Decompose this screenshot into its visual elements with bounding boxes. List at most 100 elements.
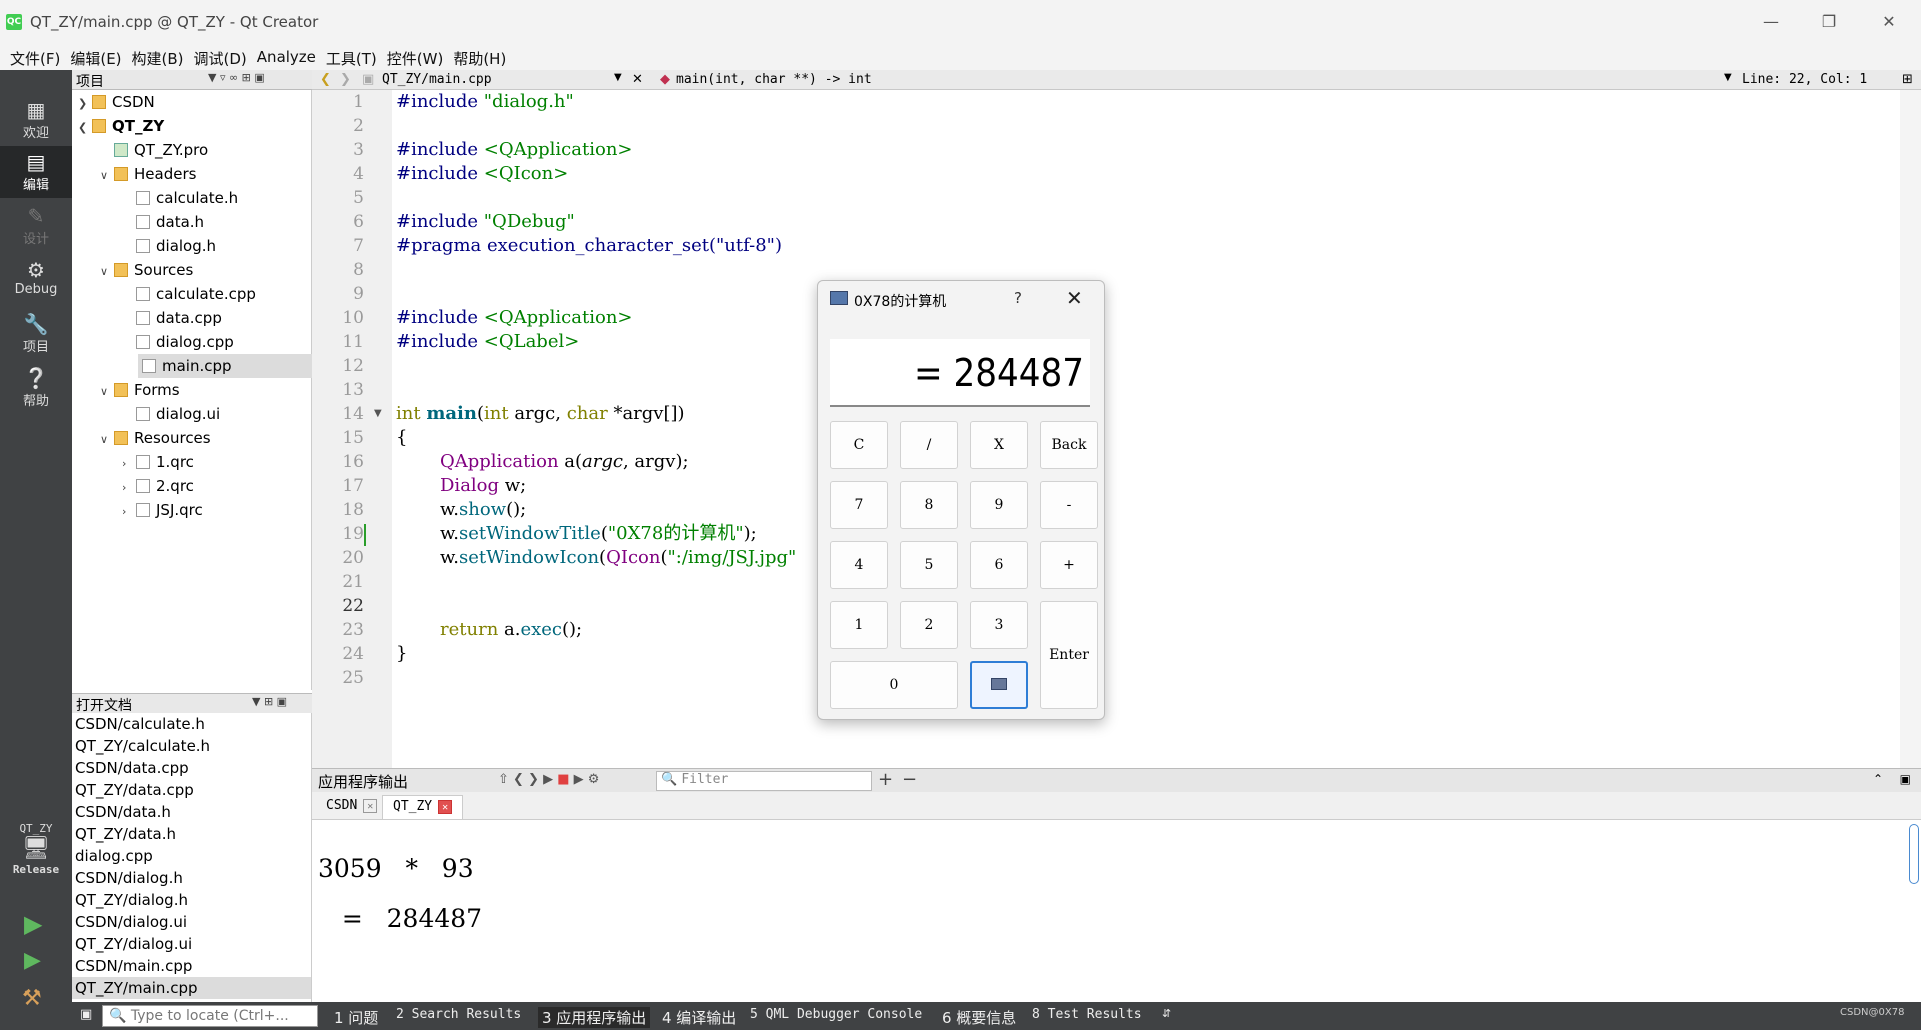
backspace-button[interactable]: Back: [1040, 421, 1098, 469]
divide-button[interactable]: /: [900, 421, 958, 469]
mode-debug[interactable]: ⚙ Debug: [0, 254, 72, 306]
close-file-icon[interactable]: ✕: [632, 72, 643, 87]
status-tab-general-messages[interactable]: 6 概要信息: [942, 1007, 1016, 1028]
minimize-button[interactable]: —: [1748, 8, 1794, 36]
digit-5-button[interactable]: 5: [900, 541, 958, 589]
minus-button[interactable]: -: [1040, 481, 1098, 529]
tree-node-headers[interactable]: ∨ Headers: [100, 162, 196, 186]
menu-edit[interactable]: 编辑(E): [68, 44, 129, 70]
mode-help[interactable]: ❔ 帮助: [0, 362, 72, 414]
open-doc-item-selected[interactable]: QT_ZY/main.cpp: [72, 977, 311, 999]
tree-node-jsj-qrc[interactable]: › JSJ.qrc: [122, 498, 203, 522]
digit-4-button[interactable]: 4: [830, 541, 888, 589]
status-tab-test-results[interactable]: 8 Test Results: [1032, 1007, 1142, 1022]
digit-6-button[interactable]: 6: [970, 541, 1028, 589]
tree-node-pro-file[interactable]: QT_ZY.pro: [100, 138, 208, 162]
fold-marker-icon[interactable]: ▼: [374, 408, 382, 419]
chevron-updown-icon[interactable]: ⇵: [1162, 1007, 1171, 1020]
tree-node-2-qrc[interactable]: › 2.qrc: [122, 474, 194, 498]
split-icon[interactable]: ⊞: [1902, 72, 1913, 87]
open-doc-item[interactable]: QT_ZY/data.h: [72, 823, 311, 845]
tree-node-resources[interactable]: ∨ Resources: [100, 426, 211, 450]
open-doc-item[interactable]: QT_ZY/dialog.ui: [72, 933, 311, 955]
open-doc-item[interactable]: QT_ZY/data.cpp: [72, 779, 311, 801]
digit-3-button[interactable]: 3: [970, 601, 1028, 649]
code-editor[interactable]: #include "dialog.h" #include <QApplicati…: [392, 90, 1900, 768]
mode-edit[interactable]: ▤ 编辑: [0, 146, 72, 198]
digit-0-button[interactable]: 0: [830, 661, 958, 709]
symbol-selector[interactable]: main(int, char **) -> int: [676, 72, 872, 87]
help-button[interactable]: ?: [1014, 289, 1022, 307]
zoom-in-icon[interactable]: +: [878, 769, 893, 790]
open-doc-item[interactable]: CSDN/dialog.ui: [72, 911, 311, 933]
tree-node-calculate-cpp[interactable]: calculate.cpp: [122, 282, 256, 306]
status-tab-compile-output[interactable]: 4 编译输出: [662, 1007, 736, 1028]
digit-9-button[interactable]: 9: [970, 481, 1028, 529]
open-doc-item[interactable]: CSDN/main.cpp: [72, 955, 311, 977]
tree-node-data-cpp[interactable]: data.cpp: [122, 306, 222, 330]
restore-button[interactable]: ❐: [1806, 8, 1852, 36]
mode-projects[interactable]: 🔧 项目: [0, 308, 72, 360]
menu-help[interactable]: 帮助(H): [451, 44, 514, 70]
back-arrow-icon[interactable]: ❮: [320, 72, 331, 87]
status-tab-search[interactable]: 2 Search Results: [396, 1007, 521, 1022]
open-doc-item[interactable]: CSDN/calculate.h: [72, 713, 311, 735]
status-tab-qml-console[interactable]: 5 QML Debugger Console: [750, 1007, 922, 1022]
status-tab-app-output[interactable]: 3 应用程序输出: [538, 1007, 651, 1028]
tree-node-dialog-h[interactable]: dialog.h: [122, 234, 216, 258]
close-icon[interactable]: ✕: [438, 800, 453, 814]
decimal-point-button[interactable]: [970, 661, 1028, 709]
tree-node-forms[interactable]: ∨ Forms: [100, 378, 180, 402]
open-doc-item[interactable]: QT_ZY/calculate.h: [72, 735, 311, 757]
tree-node-dialog-cpp[interactable]: dialog.cpp: [122, 330, 234, 354]
digit-8-button[interactable]: 8: [900, 481, 958, 529]
close-window-button[interactable]: ✕: [1866, 8, 1912, 36]
tree-node-qt-zy[interactable]: ❮ QT_ZY: [78, 114, 164, 138]
open-doc-item[interactable]: CSDN/dialog.h: [72, 867, 311, 889]
open-doc-item[interactable]: CSDN/data.h: [72, 801, 311, 823]
menu-analyze[interactable]: Analyze: [255, 44, 324, 70]
tree-node-dialog-ui[interactable]: dialog.ui: [122, 402, 220, 426]
status-tab-issues[interactable]: 1 问题: [334, 1007, 378, 1028]
enter-button[interactable]: Enter: [1040, 601, 1098, 709]
menu-widgets[interactable]: 控件(W): [385, 44, 452, 70]
cursor-position[interactable]: Line: 22, Col: 1: [1742, 72, 1867, 87]
panel-options-icon[interactable]: ▼ ⊞ ▣: [252, 695, 287, 708]
digit-1-button[interactable]: 1: [830, 601, 888, 649]
run-icon[interactable]: ▶: [24, 910, 42, 938]
mode-welcome[interactable]: ▦ 欢迎: [0, 94, 72, 146]
menu-file[interactable]: 文件(F): [8, 44, 68, 70]
current-file-selector[interactable]: QT_ZY/main.cpp: [382, 72, 492, 87]
forward-arrow-icon[interactable]: ❯: [340, 72, 351, 87]
open-doc-item[interactable]: dialog.cpp: [72, 845, 311, 867]
tree-node-1-qrc[interactable]: › 1.qrc: [122, 450, 194, 474]
menu-tools[interactable]: 工具(T): [324, 44, 385, 70]
output-toolbar-icons[interactable]: ⇧ ❮ ❯ ▶ ■ ▶ ⚙: [498, 772, 599, 787]
close-icon[interactable]: ✕: [1066, 286, 1083, 310]
multiply-button[interactable]: X: [970, 421, 1028, 469]
menu-build[interactable]: 构建(B): [130, 44, 192, 70]
locator-input[interactable]: 🔍 Type to locate (Ctrl+...: [102, 1005, 318, 1027]
tree-node-csdn[interactable]: ❯ CSDN: [78, 90, 155, 114]
digit-2-button[interactable]: 2: [900, 601, 958, 649]
menu-debug[interactable]: 调试(D): [192, 44, 255, 70]
editor-scrollbar[interactable]: [1900, 90, 1921, 768]
debug-run-icon[interactable]: ▶: [24, 948, 41, 973]
tree-node-sources[interactable]: ∨ Sources: [100, 258, 193, 282]
build-hammer-icon[interactable]: ⚒: [22, 986, 42, 1011]
tree-node-calculate-h[interactable]: calculate.h: [122, 186, 238, 210]
output-tab-qt-zy[interactable]: QT_ZY ✕: [382, 795, 464, 819]
toggle-sidebar-icon[interactable]: ▣: [80, 1007, 92, 1022]
output-filter-input[interactable]: 🔍 Filter: [656, 771, 872, 791]
maximize-pane-icon[interactable]: ⌃: [1873, 772, 1883, 786]
chevron-down-icon[interactable]: ▼: [1724, 72, 1732, 83]
zoom-out-icon[interactable]: −: [902, 769, 917, 790]
mode-design[interactable]: ✎ 设计: [0, 200, 72, 252]
output-tab-csdn[interactable]: CSDN ✕: [316, 795, 387, 819]
open-doc-item[interactable]: CSDN/data.cpp: [72, 757, 311, 779]
tree-node-data-h[interactable]: data.h: [122, 210, 204, 234]
output-scrollbar[interactable]: [1909, 824, 1919, 884]
open-doc-item[interactable]: QT_ZY/dialog.h: [72, 889, 311, 911]
chevron-down-icon[interactable]: ▼: [614, 72, 622, 83]
plus-button[interactable]: +: [1040, 541, 1098, 589]
